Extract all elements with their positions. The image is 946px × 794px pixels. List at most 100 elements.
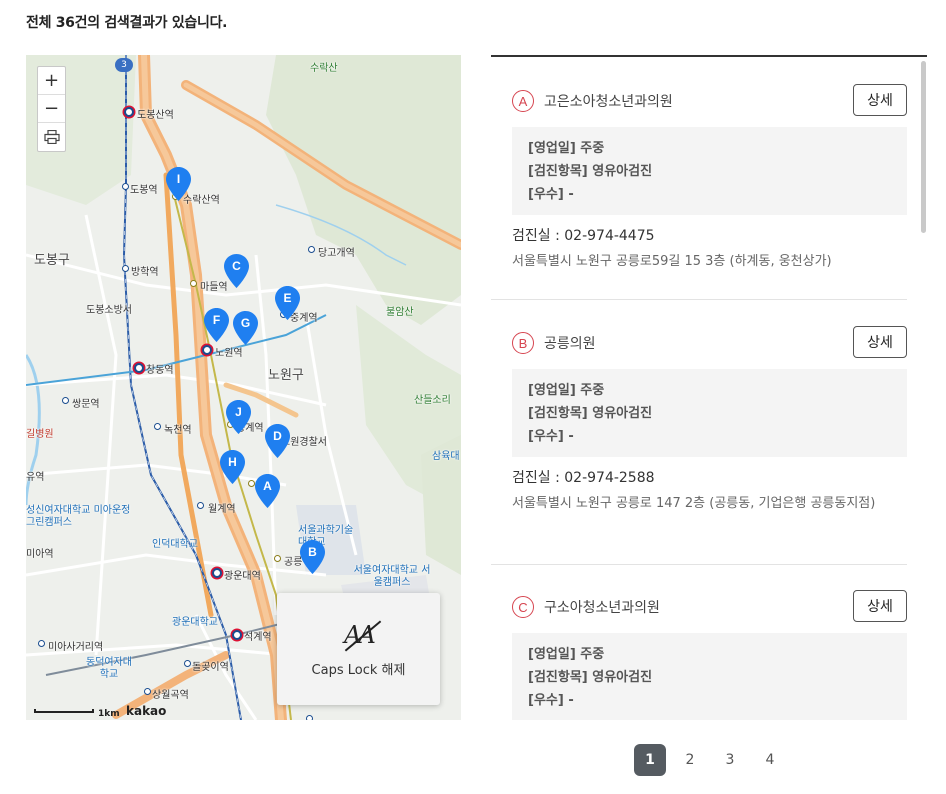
map-label: 산들소리 (414, 395, 451, 406)
station-dot (306, 715, 313, 720)
station-dot (184, 660, 191, 667)
station-dot (124, 107, 134, 117)
map-label: 창동역 (146, 365, 174, 376)
map-label: 인덕대학교 (152, 539, 198, 550)
print-button[interactable] (38, 123, 65, 151)
map-pin[interactable]: E (275, 286, 300, 320)
zoom-in-button[interactable]: + (38, 67, 65, 95)
map-label: 성신여자대학교 미아운정그린캠퍼스 (26, 505, 131, 528)
map-label: 도봉소방서 (86, 305, 132, 316)
page-button-2[interactable]: 2 (674, 744, 706, 776)
station-dot (62, 397, 69, 404)
map-label: 월계역 (208, 504, 236, 515)
station-dot (274, 555, 281, 562)
detail-button[interactable]: 상세 (853, 326, 907, 358)
list-item: B 공릉의원 상세 [영업일] 주중 [검진항목] 영유아검진 [우수] - 검… (491, 300, 907, 565)
map-pin[interactable]: F (204, 308, 229, 342)
map-label: 불암산 (386, 307, 414, 318)
result-marker: B (512, 332, 534, 354)
map-pin[interactable]: G (233, 311, 258, 345)
clinic-address: 서울특별시 노원구 공릉로59길 15 3층 (하계동, 웅천상가) (512, 254, 832, 269)
map-pin[interactable]: C (224, 254, 249, 288)
zoom-out-button[interactable]: − (38, 95, 65, 123)
map-pin[interactable]: J (226, 400, 251, 434)
result-marker: A (512, 90, 534, 112)
checkup-items: [검진항목] 영유아검진 (528, 164, 653, 179)
list-item: C 구소아청소년과의원 상세 [영업일] 주중 [검진항목] 영유아검진 [우수… (491, 565, 907, 720)
business-days: [영업일] 주중 (528, 647, 605, 662)
station-dot (197, 502, 204, 509)
route-badge: 3 (115, 58, 133, 72)
map-label: 상월곡역 (152, 690, 189, 701)
map-label: 도봉역 (130, 185, 158, 196)
clinic-info-box: [영업일] 주중 [검진항목] 영유아검진 [우수] - (512, 127, 907, 215)
map-label: 동덕여자대학교 (86, 657, 132, 680)
map-label: 방학역 (131, 267, 159, 278)
clinic-name: 고은소아청소년과의원 (544, 94, 673, 110)
list-scrollbar[interactable] (921, 61, 926, 233)
map-label: 돌곶이역 (192, 662, 229, 673)
list-item: A 고은소아청소년과의원 상세 [영업일] 주중 [검진항목] 영유아검진 [우… (491, 57, 907, 300)
map-scale-label: 1km (98, 709, 120, 719)
map-label: 노원구 (268, 368, 304, 383)
station-dot (202, 345, 212, 355)
checkup-items: [검진항목] 영유아검진 (528, 670, 653, 685)
station-dot (122, 265, 129, 272)
map-pin[interactable]: H (220, 450, 245, 484)
map-label: 서울여자대학교 서울캠퍼스 (353, 565, 431, 588)
station-dot (212, 568, 222, 578)
checkup-items: [검진항목] 영유아검진 (528, 406, 653, 421)
clinic-address: 서울특별시 노원구 공릉로 147 2층 (공릉동, 기업은행 공릉동지점) (512, 496, 876, 511)
result-list[interactable]: A 고은소아청소년과의원 상세 [영업일] 주중 [검진항목] 영유아검진 [우… (491, 55, 927, 720)
kakao-logo: kakao (126, 704, 167, 718)
map-label: 미아역 (26, 549, 54, 560)
detail-button[interactable]: 상세 (853, 590, 907, 622)
page-button-1[interactable]: 1 (634, 744, 666, 776)
station-dot (154, 423, 161, 430)
excellent-rating: [우수] - (528, 693, 574, 708)
clinic-info-box: [영업일] 주중 [검진항목] 영유아검진 [우수] - (512, 633, 907, 720)
map-pin[interactable]: B (300, 540, 325, 574)
page-button-4[interactable]: 4 (754, 744, 786, 776)
map-pin[interactable]: D (265, 424, 290, 458)
page-button-3[interactable]: 3 (714, 744, 746, 776)
station-dot (248, 480, 255, 487)
result-marker: C (512, 596, 534, 618)
map-label: 도봉구 (34, 253, 70, 268)
map-label: 미아사거리역 (48, 642, 104, 653)
clinic-phone: 검진실 : 02-974-2588 (512, 470, 655, 486)
business-days: [영업일] 주중 (528, 141, 605, 156)
station-dot (122, 183, 129, 190)
excellent-rating: [우수] - (528, 187, 574, 202)
excellent-rating: [우수] - (528, 429, 574, 444)
station-dot (232, 630, 242, 640)
map-label: 노원역 (215, 348, 243, 359)
map-label: 유역 (26, 472, 45, 483)
map-label: 길병원 (26, 429, 54, 440)
map-label: 녹천역 (164, 425, 192, 436)
station-dot (190, 280, 197, 287)
map-label: 삼육대 (432, 451, 460, 462)
detail-button[interactable]: 상세 (853, 84, 907, 116)
map-label: 도봉산역 (137, 110, 174, 121)
map-label: 수락산 (310, 63, 338, 74)
map-label: 광운대학교 (172, 617, 218, 628)
station-dot (38, 640, 45, 647)
clinic-name: 공릉의원 (544, 336, 596, 352)
caps-lock-text: Caps Lock 해제 (311, 662, 406, 678)
map-pin[interactable]: I (166, 167, 191, 201)
clinic-phone: 검진실 : 02-974-4475 (512, 228, 655, 244)
map-zoom-controls: + − (37, 66, 66, 152)
station-dot (308, 246, 315, 253)
map-label: 석계역 (244, 632, 272, 643)
clinic-name: 구소아청소년과의원 (544, 600, 660, 616)
caps-lock-toast: AA Caps Lock 해제 (277, 593, 440, 705)
pagination: 1 2 3 4 (634, 744, 794, 776)
printer-icon (43, 130, 60, 144)
station-dot (144, 688, 151, 695)
map-label: 당고개역 (318, 248, 355, 259)
map-pin[interactable]: A (255, 474, 280, 508)
station-dot (134, 363, 144, 373)
map-scale-bar (34, 709, 94, 713)
clinic-info-box: [영업일] 주중 [검진항목] 영유아검진 [우수] - (512, 369, 907, 457)
